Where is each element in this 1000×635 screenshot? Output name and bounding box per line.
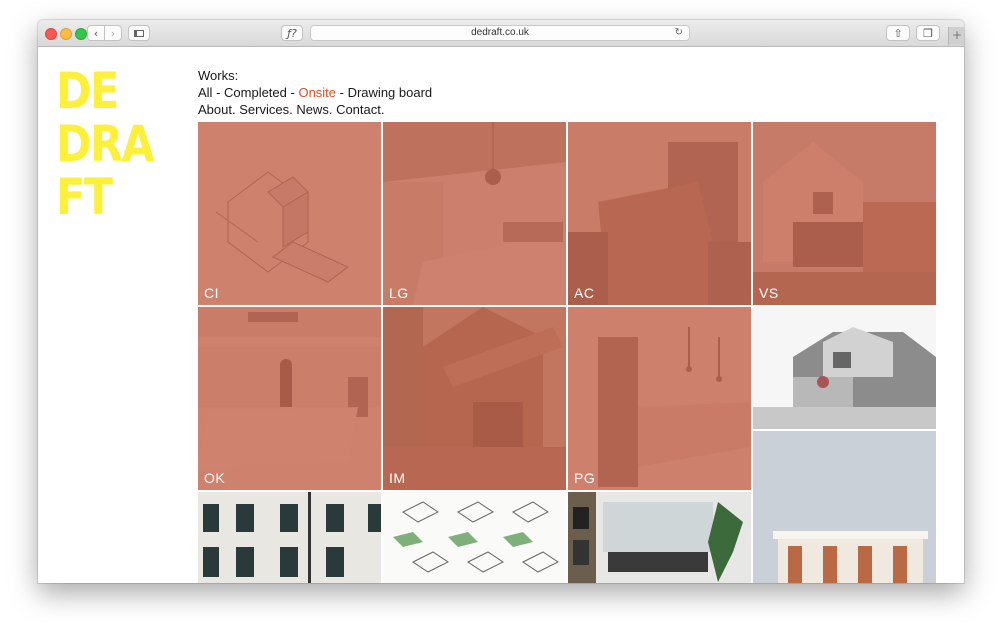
zoom-window-button[interactable] — [75, 28, 87, 40]
project-tile-interior[interactable] — [568, 492, 751, 583]
works-filters: All - Completed - Onsite - Drawing board — [198, 84, 432, 101]
tabs-button[interactable]: ❐ — [916, 25, 940, 41]
back-button[interactable]: ‹ — [87, 25, 105, 41]
filter-drawing-board[interactable]: Drawing board — [348, 85, 433, 100]
project-tile-ac[interactable]: AC — [568, 122, 751, 305]
site-nav: Works: All - Completed - Onsite - Drawin… — [198, 67, 432, 118]
living-room-photo — [568, 492, 751, 583]
project-tile-pg[interactable]: PG — [568, 307, 751, 490]
project-tile-terrace[interactable] — [198, 492, 381, 583]
url-text: dedraft.co.uk — [471, 27, 529, 38]
services-link[interactable]: Services. — [239, 102, 292, 117]
project-code: OK — [204, 470, 226, 486]
close-window-button[interactable] — [45, 28, 57, 40]
logo[interactable]: DE DRA FT — [56, 65, 166, 224]
project-tile-lg[interactable]: LG — [383, 122, 566, 305]
tile-overlay — [568, 122, 751, 305]
minimize-window-button[interactable] — [60, 28, 72, 40]
reload-icon[interactable]: ↻ — [675, 26, 683, 40]
new-tab-button[interactable]: + — [948, 27, 964, 45]
share-icon: ⇧ — [893, 26, 903, 40]
tabs-icon: ❐ — [923, 26, 933, 40]
sidebar-button[interactable] — [128, 25, 150, 41]
about-link[interactable]: About. — [198, 102, 236, 117]
project-tile-ci[interactable]: CI — [198, 122, 381, 305]
address-bar[interactable]: dedraft.co.uk ↻ — [310, 25, 690, 41]
works-label: Works: — [198, 68, 239, 83]
tile-overlay — [753, 122, 936, 305]
logo-line: DRA — [56, 115, 155, 173]
tile-overlay — [198, 122, 381, 305]
chevron-left-icon: ‹ — [93, 26, 99, 40]
project-code: LG — [389, 285, 409, 301]
terrace-photo — [198, 492, 381, 583]
project-code: PG — [574, 470, 596, 486]
houses-diagram — [383, 492, 566, 583]
project-tile-facade[interactable] — [753, 431, 936, 583]
web-page: DE DRA FT Works: All - Completed - Onsit… — [38, 47, 964, 583]
logo-line: DE — [56, 62, 119, 120]
filter-separator: - — [336, 85, 348, 100]
project-tile-render[interactable] — [753, 307, 936, 429]
format-button[interactable]: ƒ? — [281, 25, 303, 41]
project-tile-diagram[interactable] — [383, 492, 566, 583]
tile-overlay — [198, 307, 381, 490]
browser-window: ‹ › ƒ? dedraft.co.uk ↻ ⇧ ❐ + DE DRA FT W… — [38, 20, 964, 583]
filter-onsite[interactable]: Onsite — [298, 85, 336, 100]
project-code: AC — [574, 285, 595, 301]
filter-separator: - — [286, 85, 299, 100]
browser-toolbar: ‹ › ƒ? dedraft.co.uk ↻ ⇧ ❐ + — [38, 20, 964, 47]
tile-overlay — [383, 122, 566, 305]
filter-all[interactable]: All — [198, 85, 212, 100]
filter-completed[interactable]: Completed — [224, 85, 287, 100]
project-tile-im[interactable]: IM — [383, 307, 566, 490]
format-icon: ƒ? — [287, 26, 297, 40]
filter-separator: - — [212, 85, 225, 100]
facade-photo — [753, 431, 936, 583]
chevron-right-icon: › — [110, 26, 116, 40]
project-code: CI — [204, 285, 219, 301]
tile-overlay — [383, 307, 566, 490]
news-link[interactable]: News. — [296, 102, 332, 117]
project-tile-vs[interactable]: VS — [753, 122, 936, 305]
contact-link[interactable]: Contact. — [336, 102, 384, 117]
project-tile-ok[interactable]: OK — [198, 307, 381, 490]
logo-line: FT — [56, 168, 113, 226]
project-code: IM — [389, 470, 406, 486]
share-button[interactable]: ⇧ — [886, 25, 910, 41]
plus-icon: + — [951, 28, 963, 42]
forward-button[interactable]: › — [104, 25, 122, 41]
tile-overlay — [568, 307, 751, 490]
house-render — [753, 307, 936, 429]
project-code: VS — [759, 285, 779, 301]
page-links: About. Services. News. Contact. — [198, 101, 432, 118]
sidebar-icon — [134, 29, 144, 37]
